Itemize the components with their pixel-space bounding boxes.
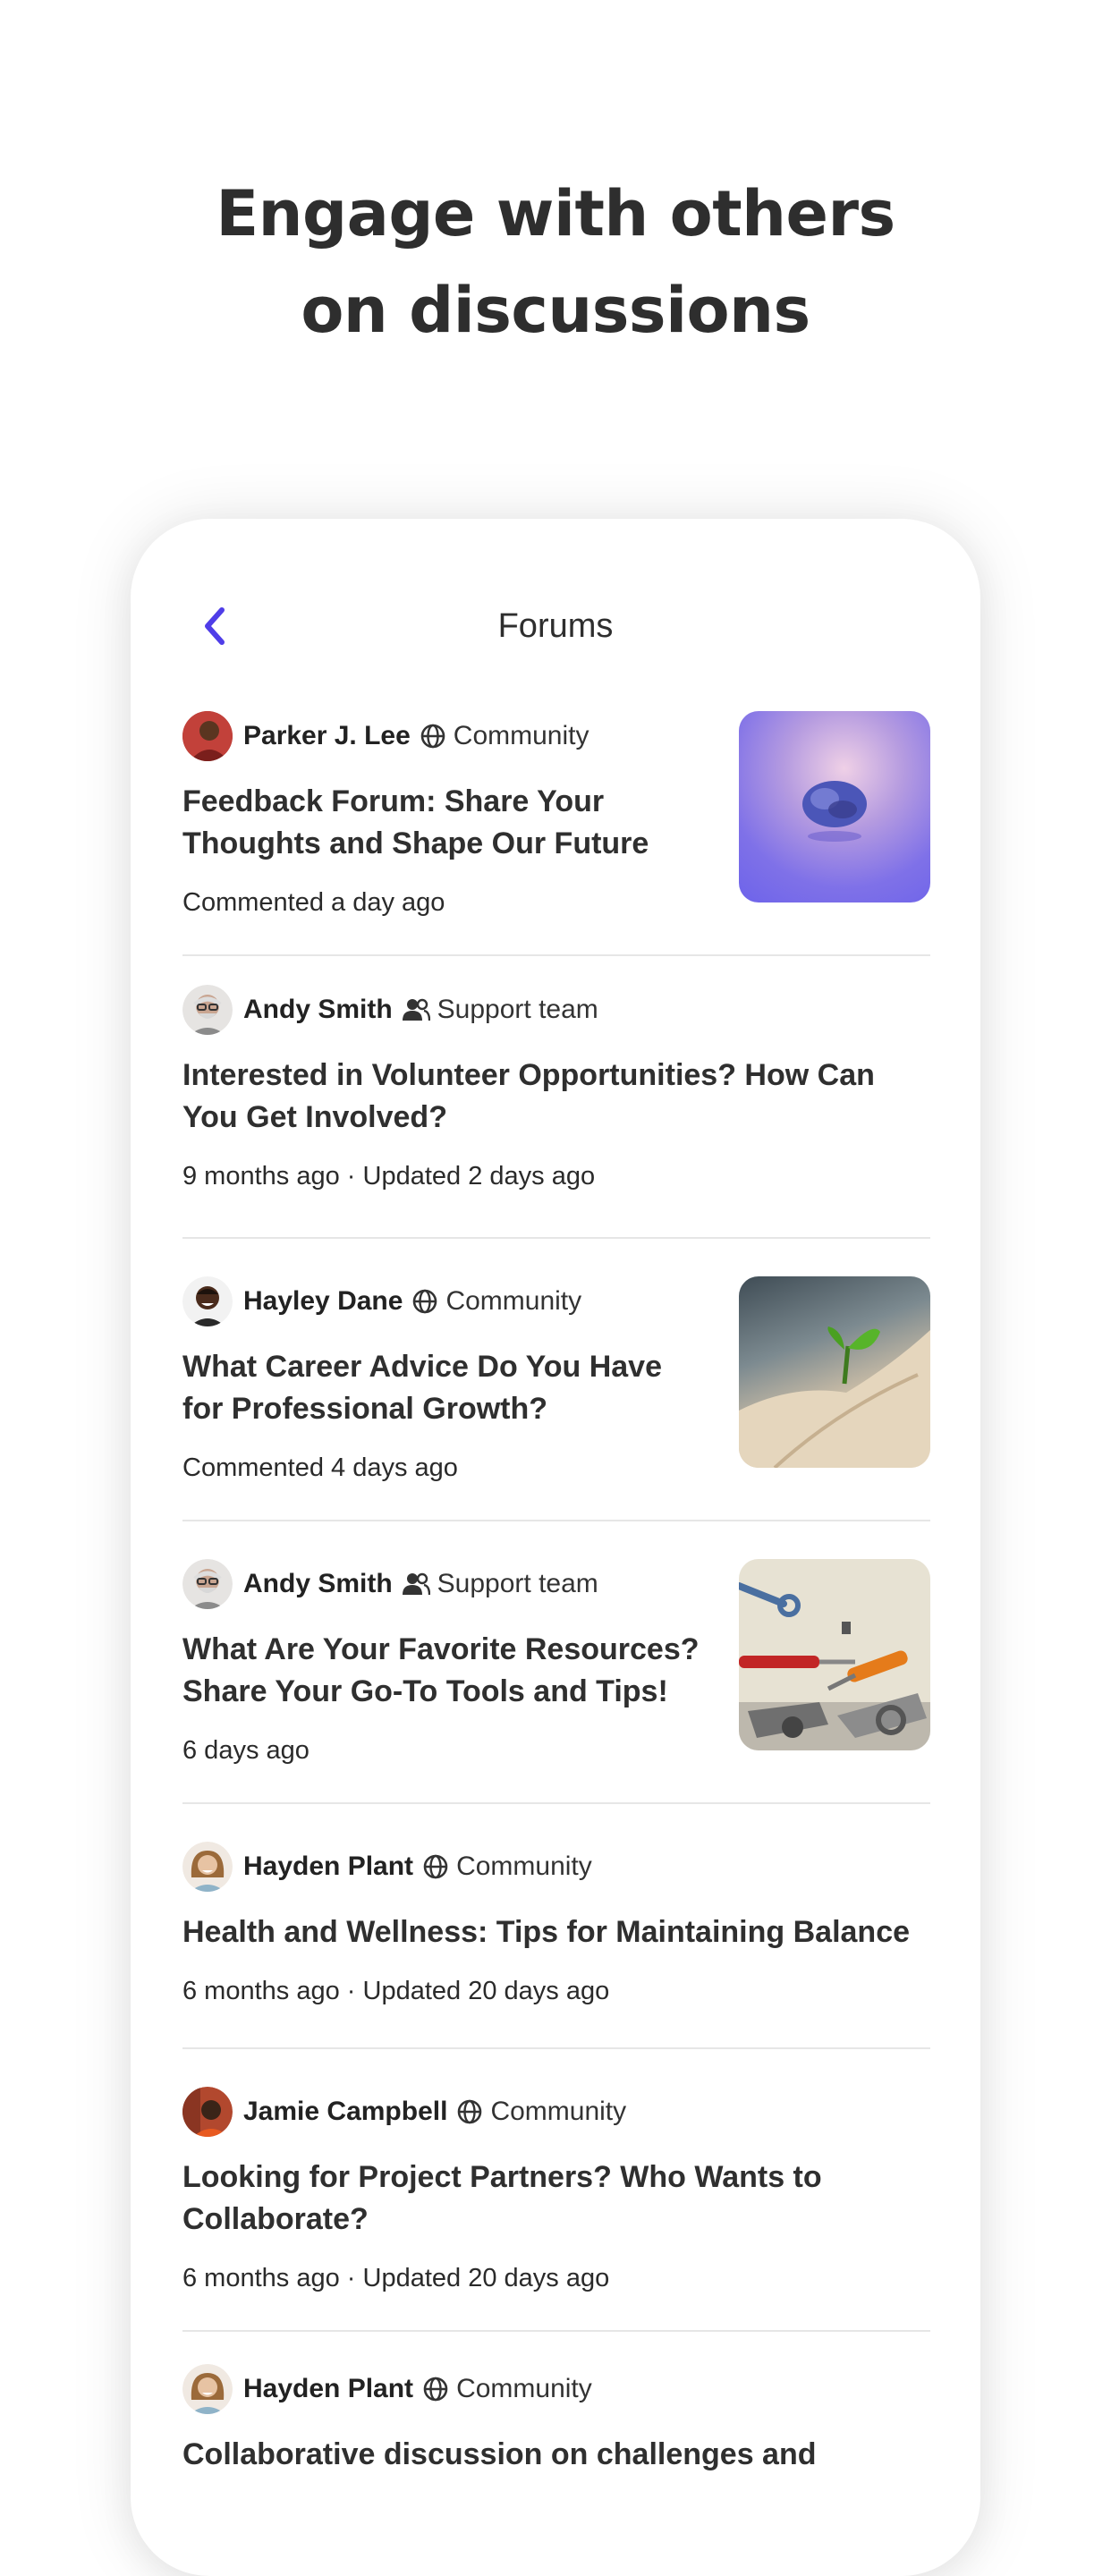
globe-icon [422, 2376, 449, 2402]
author-name[interactable]: Andy Smith [243, 995, 393, 1025]
post-title[interactable]: Collaborative discussion on challenges a… [182, 2434, 930, 2476]
post-title[interactable]: Looking for Project Partners? Who Wants … [182, 2157, 930, 2241]
post-timestamp: 9 months ago · Updated 2 days ago [182, 1162, 596, 1191]
post-title[interactable]: What Are Your Favorite Resources? Share … [182, 1629, 719, 1713]
post-title[interactable]: What Career Advice Do You Have for Profe… [182, 1346, 683, 1430]
tools-image[interactable] [739, 1559, 930, 1750]
phone-frame: Forums Parker J. Lee Community Feedback … [131, 519, 980, 2576]
users-icon [402, 1572, 430, 1597]
author-role: Community [453, 721, 589, 750]
forum-post[interactable]: Jamie Campbell Community Looking for Pro… [182, 2085, 930, 2332]
brain-image[interactable] [739, 711, 930, 902]
post-timestamp: 6 months ago · Updated 20 days ago [182, 1977, 610, 2005]
users-icon [402, 997, 430, 1022]
avatar[interactable] [182, 1842, 233, 1892]
avatar[interactable] [182, 1276, 233, 1326]
post-meta: Jamie Campbell Community [182, 2085, 930, 2139]
globe-icon [456, 2098, 483, 2125]
post-meta: Hayden Plant Community [182, 2362, 930, 2416]
post-meta: Andy Smith Support team [182, 983, 930, 1037]
globe-icon [411, 1288, 438, 1315]
avatar[interactable] [182, 1559, 233, 1609]
top-bar: Forums [131, 519, 980, 724]
hero-line-2: on discussions [301, 274, 810, 347]
post-title[interactable]: Interested in Volunteer Opportunities? H… [182, 1055, 930, 1139]
post-meta: Hayley Dane Community [182, 1275, 719, 1328]
author-role: Support team [437, 995, 598, 1024]
globe-icon [422, 1853, 449, 1880]
author-name[interactable]: Hayden Plant [243, 1852, 413, 1882]
screen-title: Forums [497, 607, 614, 645]
post-title[interactable]: Health and Wellness: Tips for Maintainin… [182, 1911, 930, 1953]
avatar[interactable] [182, 2364, 233, 2414]
post-timestamp: 6 months ago · Updated 20 days ago [182, 2264, 610, 2292]
author-role: Community [456, 2374, 592, 2403]
author-name[interactable]: Hayden Plant [243, 2374, 413, 2404]
hero-heading: Engage with others on discussions [0, 165, 1111, 359]
forum-post[interactable]: Hayden Plant Community Collaborative dis… [182, 2362, 930, 2541]
forum-post[interactable]: Hayley Dane Community What Career Advice… [182, 1275, 930, 1521]
author-name[interactable]: Parker J. Lee [243, 721, 411, 751]
hero-line-1: Engage with others [216, 177, 895, 250]
forum-post[interactable]: Andy Smith Support team Interested in Vo… [182, 983, 930, 1239]
forum-list: Parker J. Lee Community Feedback Forum: … [182, 709, 930, 2541]
author-role: Community [445, 1286, 582, 1316]
post-timestamp: 6 days ago [182, 1736, 310, 1765]
globe-icon [420, 723, 446, 750]
post-meta: Parker J. Lee Community [182, 709, 719, 763]
forum-post[interactable]: Hayden Plant Community Health and Wellne… [182, 1840, 930, 2049]
sprout-in-hand-image[interactable] [739, 1276, 930, 1468]
avatar[interactable] [182, 2087, 233, 2137]
post-title[interactable]: Feedback Forum: Share Your Thoughts and … [182, 781, 683, 865]
author-name[interactable]: Jamie Campbell [243, 2097, 447, 2127]
author-name[interactable]: Andy Smith [243, 1569, 393, 1599]
avatar[interactable] [182, 711, 233, 761]
post-timestamp: Commented a day ago [182, 888, 445, 917]
forum-post[interactable]: Parker J. Lee Community Feedback Forum: … [182, 709, 930, 956]
forum-post[interactable]: Andy Smith Support team What Are Your Fa… [182, 1557, 930, 1804]
post-meta: Hayden Plant Community [182, 1840, 930, 1894]
author-role: Community [490, 2097, 627, 2126]
author-role: Support team [437, 1569, 598, 1598]
author-name[interactable]: Hayley Dane [243, 1286, 403, 1317]
post-timestamp: Commented 4 days ago [182, 1453, 458, 1482]
avatar[interactable] [182, 985, 233, 1035]
author-role: Community [456, 1852, 592, 1881]
post-meta: Andy Smith Support team [182, 1557, 719, 1611]
